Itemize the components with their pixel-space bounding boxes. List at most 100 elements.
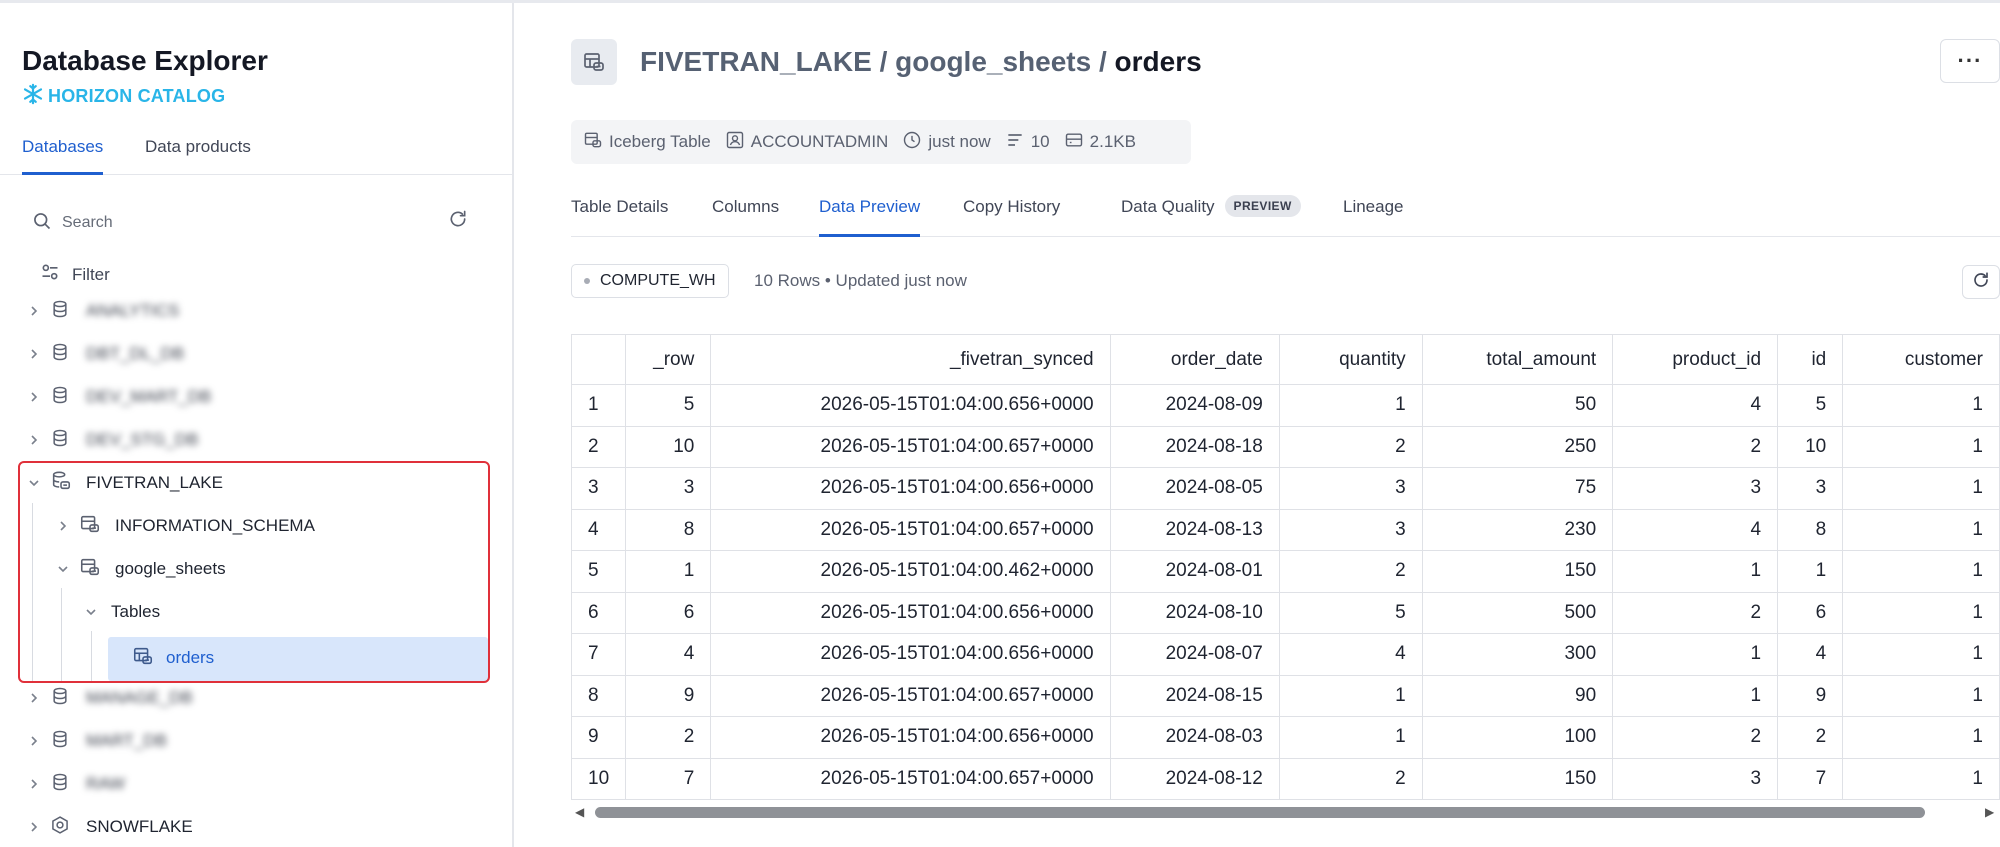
table-cell[interactable]: 9	[1777, 674, 1844, 717]
tab-databases[interactable]: Databases	[22, 137, 104, 175]
row-number-cell[interactable]: 7	[571, 633, 627, 676]
table-cell[interactable]: 5	[1777, 384, 1844, 427]
row-number-cell[interactable]: 10	[571, 757, 627, 800]
refresh-tree-icon[interactable]	[448, 209, 468, 234]
table-cell[interactable]: 2026-05-15T01:04:00.656+0000	[710, 716, 1111, 759]
table-cell[interactable]: 1	[1612, 633, 1779, 676]
horizontal-scrollbar[interactable]: ◀ ▶	[571, 803, 2000, 821]
row-number-cell[interactable]: 4	[571, 508, 627, 551]
table-cell[interactable]: 100	[1421, 716, 1614, 759]
table-cell[interactable]: 4	[625, 633, 712, 676]
table-cell[interactable]: 1	[1842, 550, 2000, 593]
table-row[interactable]: 6 6 2026-05-15T01:04:00.656+0000 2024-08-10…	[571, 591, 2000, 634]
table-cell[interactable]: 2026-05-15T01:04:00.656+0000	[710, 591, 1111, 634]
table-cell[interactable]: 3	[1777, 467, 1844, 510]
table-cell[interactable]: 1	[1842, 508, 2000, 551]
tree-item-db[interactable]: RAW	[26, 763, 536, 805]
warehouse-selector[interactable]: COMPUTE_WH	[571, 264, 729, 298]
row-number-cell[interactable]: 6	[571, 591, 627, 634]
table-cell[interactable]: 2026-05-15T01:04:00.657+0000	[710, 674, 1111, 717]
column-header[interactable]: product_id	[1612, 334, 1779, 385]
table-cell[interactable]: 3	[1612, 757, 1779, 800]
table-cell[interactable]: 4	[1777, 633, 1844, 676]
table-cell[interactable]: 2026-05-15T01:04:00.657+0000	[710, 757, 1111, 800]
table-cell[interactable]: 2	[625, 716, 712, 759]
table-cell[interactable]: 2	[1278, 757, 1423, 800]
more-options-button[interactable]: ···	[1940, 39, 2000, 83]
table-cell[interactable]: 230	[1421, 508, 1614, 551]
search-input[interactable]	[62, 214, 422, 232]
refresh-preview-button[interactable]	[1962, 265, 2000, 299]
table-cell[interactable]: 1	[1278, 674, 1423, 717]
table-cell[interactable]: 2024-08-18	[1109, 425, 1280, 468]
table-cell[interactable]: 9	[625, 674, 712, 717]
table-cell[interactable]: 1	[1842, 425, 2000, 468]
scrollbar-thumb[interactable]	[595, 807, 1925, 818]
tree-item-db[interactable]: MART_DB	[26, 720, 536, 762]
row-number-cell[interactable]: 2	[571, 425, 627, 468]
table-cell[interactable]: 1	[1777, 550, 1844, 593]
table-cell[interactable]: 1	[1842, 633, 2000, 676]
table-cell[interactable]: 1	[1842, 674, 2000, 717]
table-cell[interactable]: 5	[625, 384, 712, 427]
table-cell[interactable]: 10	[1777, 425, 1844, 468]
table-cell[interactable]: 2026-05-15T01:04:00.656+0000	[710, 467, 1111, 510]
table-cell[interactable]: 2	[1612, 425, 1779, 468]
table-cell[interactable]: 50	[1421, 384, 1614, 427]
table-cell[interactable]: 1	[1612, 550, 1779, 593]
table-cell[interactable]: 6	[1777, 591, 1844, 634]
table-cell[interactable]: 1	[1842, 467, 2000, 510]
tree-item-db[interactable]: DBT_DL_DB	[26, 333, 536, 375]
table-row[interactable]: 3 3 2026-05-15T01:04:00.656+0000 2024-08-05…	[571, 467, 2000, 510]
table-cell[interactable]: 2024-08-05	[1109, 467, 1280, 510]
table-row[interactable]: 2 10 2026-05-15T01:04:00.657+0000 2024-08-1…	[571, 425, 2000, 468]
tab-data-quality[interactable]: Data Quality PREVIEW	[1121, 195, 1301, 237]
table-cell[interactable]: 8	[625, 508, 712, 551]
table-cell[interactable]: 1	[1278, 384, 1423, 427]
table-cell[interactable]: 150	[1421, 550, 1614, 593]
table-cell[interactable]: 2024-08-01	[1109, 550, 1280, 593]
table-cell[interactable]: 3	[1278, 467, 1423, 510]
row-number-cell[interactable]: 5	[571, 550, 627, 593]
filter-button[interactable]: Filter	[40, 262, 110, 287]
column-header[interactable]: order_date	[1109, 334, 1280, 385]
tree-item-db[interactable]: MANAGE_DB	[26, 677, 536, 719]
table-cell[interactable]: 2024-08-10	[1109, 591, 1280, 634]
table-cell[interactable]: 2024-08-12	[1109, 757, 1280, 800]
table-cell[interactable]: 2024-08-15	[1109, 674, 1280, 717]
tab-data-preview[interactable]: Data Preview	[819, 197, 921, 237]
tree-item-db[interactable]: ANALYTICS	[26, 290, 536, 332]
table-cell[interactable]: 3	[1612, 467, 1779, 510]
table-cell[interactable]: 2024-08-09	[1109, 384, 1280, 427]
table-cell[interactable]: 4	[1612, 508, 1779, 551]
row-number-cell[interactable]: 1	[571, 384, 627, 427]
table-cell[interactable]: 1	[1278, 716, 1423, 759]
table-cell[interactable]: 4	[1278, 633, 1423, 676]
table-cell[interactable]: 2026-05-15T01:04:00.656+0000	[710, 633, 1111, 676]
table-cell[interactable]: 1	[625, 550, 712, 593]
table-row[interactable]: 4 8 2026-05-15T01:04:00.657+0000 2024-08-13…	[571, 508, 2000, 551]
table-cell[interactable]: 90	[1421, 674, 1614, 717]
tree-item-snowflake[interactable]: SNOWFLAKE	[26, 806, 536, 847]
tab-columns[interactable]: Columns	[712, 197, 779, 237]
table-cell[interactable]: 2	[1278, 425, 1423, 468]
scroll-left-icon[interactable]: ◀	[575, 805, 584, 819]
column-header[interactable]: _fivetran_synced	[710, 334, 1111, 385]
table-cell[interactable]: 5	[1278, 591, 1423, 634]
table-cell[interactable]: 1	[1842, 591, 2000, 634]
table-cell[interactable]: 2024-08-03	[1109, 716, 1280, 759]
table-cell[interactable]: 2	[1777, 716, 1844, 759]
table-cell[interactable]: 1	[1842, 384, 2000, 427]
column-header[interactable]: _row	[625, 334, 712, 385]
tree-item-db[interactable]: DEV_MART_DB	[26, 376, 536, 418]
table-cell[interactable]: 75	[1421, 467, 1614, 510]
table-cell[interactable]: 3	[1278, 508, 1423, 551]
table-row[interactable]: 9 2 2026-05-15T01:04:00.656+0000 2024-08-03…	[571, 716, 2000, 759]
table-cell[interactable]: 2	[1278, 550, 1423, 593]
table-cell[interactable]: 300	[1421, 633, 1614, 676]
scroll-right-icon[interactable]: ▶	[1985, 805, 1994, 819]
tab-data-products[interactable]: Data products	[145, 137, 251, 175]
column-header[interactable]: total_amount	[1421, 334, 1614, 385]
table-cell[interactable]: 150	[1421, 757, 1614, 800]
table-cell[interactable]: 6	[625, 591, 712, 634]
